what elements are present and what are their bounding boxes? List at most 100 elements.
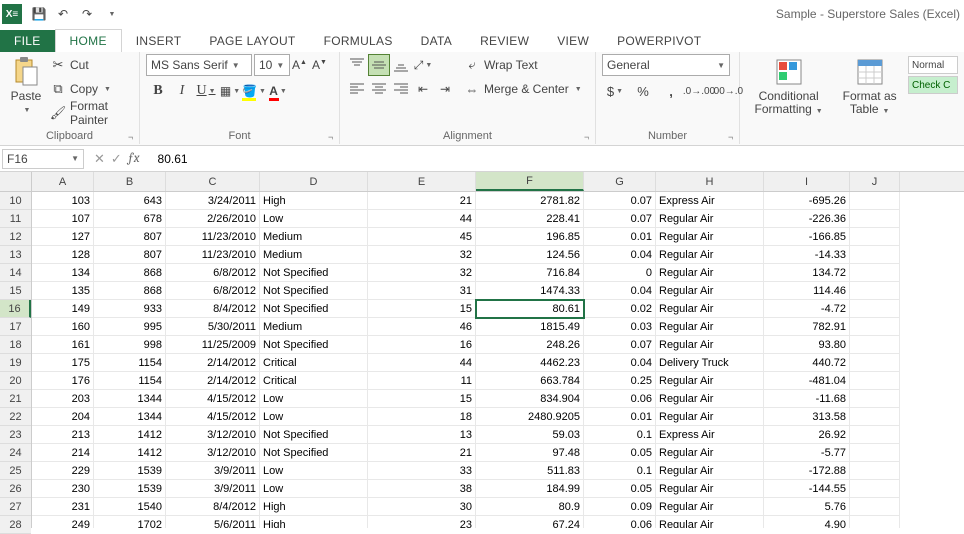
cell[interactable]: Low [260, 390, 368, 408]
save-button[interactable]: 💾 [28, 3, 50, 25]
cell[interactable]: Regular Air [656, 498, 764, 516]
name-box[interactable]: F16▼ [2, 149, 84, 169]
row-header[interactable]: 23 [0, 426, 31, 444]
cell[interactable]: -226.36 [764, 210, 850, 228]
tab-view[interactable]: VIEW [543, 30, 603, 52]
cell[interactable]: 1154 [94, 372, 166, 390]
row-header[interactable]: 13 [0, 246, 31, 264]
cell[interactable]: 6/8/2012 [166, 264, 260, 282]
align-bottom-button[interactable] [390, 54, 412, 76]
cell[interactable] [850, 444, 900, 462]
cell[interactable]: 80.9 [476, 498, 584, 516]
cell[interactable]: 160 [32, 318, 94, 336]
cell[interactable]: 998 [94, 336, 166, 354]
cell-styles-gallery[interactable]: Normal Check C [908, 54, 958, 94]
cell[interactable]: 97.48 [476, 444, 584, 462]
cell[interactable]: 782.91 [764, 318, 850, 336]
cell[interactable]: 1702 [94, 516, 166, 528]
cell[interactable]: 5/30/2011 [166, 318, 260, 336]
paste-button[interactable]: Paste▼ [6, 54, 46, 119]
cell[interactable]: 3/9/2011 [166, 462, 260, 480]
cell[interactable]: 3/24/2011 [166, 192, 260, 210]
cell[interactable]: 511.83 [476, 462, 584, 480]
cell[interactable]: 80.61 [476, 300, 584, 318]
cell[interactable]: 204 [32, 408, 94, 426]
cell[interactable]: 30 [368, 498, 476, 516]
cell[interactable]: Regular Air [656, 408, 764, 426]
cell[interactable]: 8/4/2012 [166, 300, 260, 318]
cell[interactable]: 0.06 [584, 390, 656, 408]
row-header[interactable]: 18 [0, 336, 31, 354]
cell[interactable]: 4/15/2012 [166, 408, 260, 426]
cell[interactable] [850, 390, 900, 408]
cell[interactable]: Regular Air [656, 516, 764, 528]
undo-button[interactable]: ↶ [52, 3, 74, 25]
cell[interactable]: 248.26 [476, 336, 584, 354]
cell[interactable]: 1474.33 [476, 282, 584, 300]
cell[interactable]: 15 [368, 300, 476, 318]
cell[interactable]: 2/26/2010 [166, 210, 260, 228]
cell[interactable]: 1539 [94, 462, 166, 480]
column-header-H[interactable]: H [656, 172, 764, 191]
percent-format-button[interactable]: % [630, 80, 656, 102]
cell[interactable]: 59.03 [476, 426, 584, 444]
cell[interactable]: -695.26 [764, 192, 850, 210]
cell[interactable]: 45 [368, 228, 476, 246]
cell[interactable]: 124.56 [476, 246, 584, 264]
cell[interactable]: Medium [260, 246, 368, 264]
cell[interactable]: -481.04 [764, 372, 850, 390]
cell[interactable]: Medium [260, 228, 368, 246]
cell[interactable]: 4462.23 [476, 354, 584, 372]
row-header[interactable]: 14 [0, 264, 31, 282]
borders-button[interactable]: ▦▼ [218, 80, 242, 102]
format-painter-button[interactable]: 🖌Format Painter [50, 102, 133, 124]
cell[interactable]: 32 [368, 264, 476, 282]
align-right-button[interactable] [390, 78, 412, 100]
cell[interactable]: 440.72 [764, 354, 850, 372]
cell[interactable]: Not Specified [260, 426, 368, 444]
cell[interactable]: 31 [368, 282, 476, 300]
accounting-format-button[interactable]: $▼ [602, 80, 628, 102]
cell[interactable]: 2/14/2012 [166, 354, 260, 372]
cell[interactable]: 1154 [94, 354, 166, 372]
comma-format-button[interactable]: , [658, 80, 684, 102]
row-header[interactable]: 27 [0, 498, 31, 516]
cell[interactable]: 67.24 [476, 516, 584, 528]
style-normal[interactable]: Normal [908, 56, 958, 74]
cell[interactable]: 18 [368, 408, 476, 426]
column-header-J[interactable]: J [850, 172, 900, 191]
cell[interactable]: 231 [32, 498, 94, 516]
cell[interactable]: 678 [94, 210, 166, 228]
cell[interactable]: 128 [32, 246, 94, 264]
row-header[interactable]: 11 [0, 210, 31, 228]
font-size-combo[interactable]: 10▼ [254, 54, 290, 76]
cell[interactable]: High [260, 498, 368, 516]
cell[interactable]: 107 [32, 210, 94, 228]
cell[interactable]: 0.25 [584, 372, 656, 390]
cell[interactable]: Regular Air [656, 336, 764, 354]
cell[interactable]: 868 [94, 282, 166, 300]
cell[interactable]: 175 [32, 354, 94, 372]
cell[interactable]: 0.01 [584, 408, 656, 426]
cell[interactable]: 135 [32, 282, 94, 300]
cell[interactable]: 26.92 [764, 426, 850, 444]
cell[interactable]: High [260, 192, 368, 210]
cell[interactable]: High [260, 516, 368, 528]
column-header-F[interactable]: F [476, 172, 584, 191]
column-header-B[interactable]: B [94, 172, 166, 191]
cell[interactable]: 176 [32, 372, 94, 390]
redo-button[interactable]: ↷ [76, 3, 98, 25]
cell[interactable]: Regular Air [656, 390, 764, 408]
cell[interactable]: -11.68 [764, 390, 850, 408]
cell[interactable]: Regular Air [656, 318, 764, 336]
align-top-button[interactable] [346, 54, 368, 76]
cell[interactable] [850, 282, 900, 300]
cell[interactable]: Regular Air [656, 282, 764, 300]
cell[interactable] [850, 408, 900, 426]
tab-review[interactable]: REVIEW [466, 30, 543, 52]
column-header-D[interactable]: D [260, 172, 368, 191]
cell[interactable]: 8/4/2012 [166, 498, 260, 516]
cell[interactable]: Critical [260, 372, 368, 390]
row-header[interactable]: 17 [0, 318, 31, 336]
tab-page-layout[interactable]: PAGE LAYOUT [195, 30, 309, 52]
